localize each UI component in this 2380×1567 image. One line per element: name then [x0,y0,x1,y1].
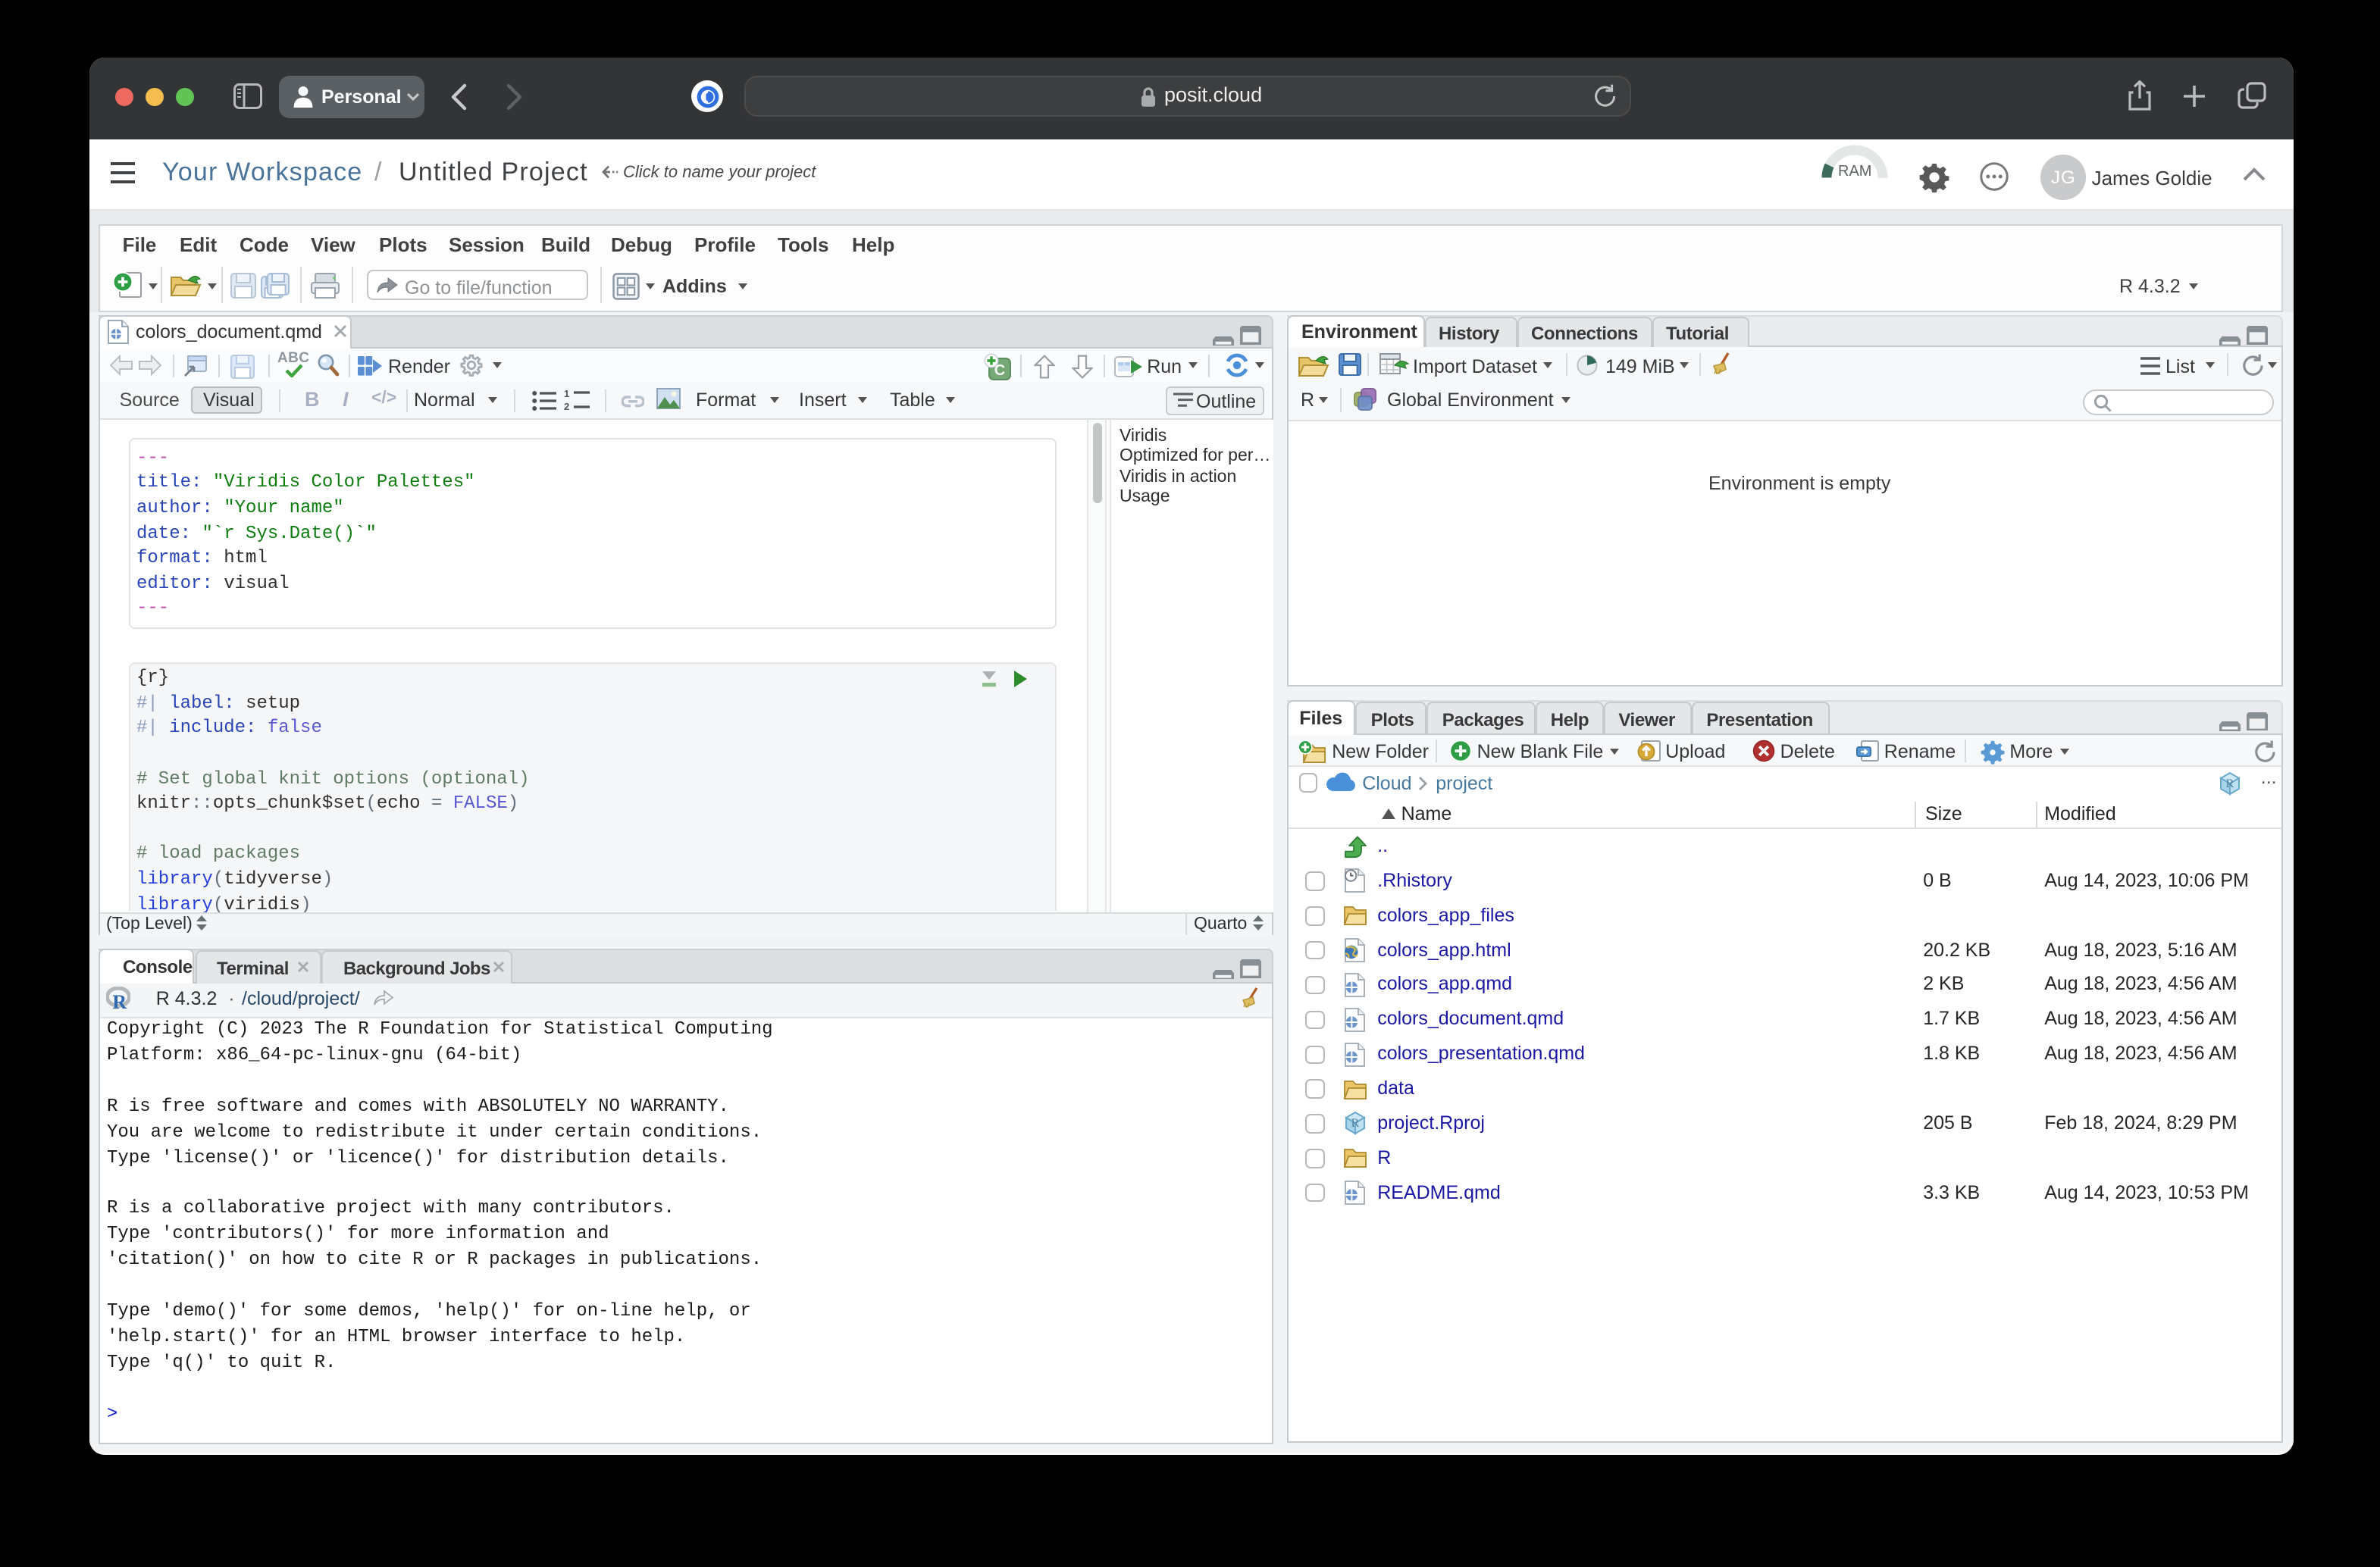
svg-text:R: R [112,991,127,1011]
svg-text:1: 1 [564,389,569,399]
svg-text:2: 2 [564,401,569,411]
